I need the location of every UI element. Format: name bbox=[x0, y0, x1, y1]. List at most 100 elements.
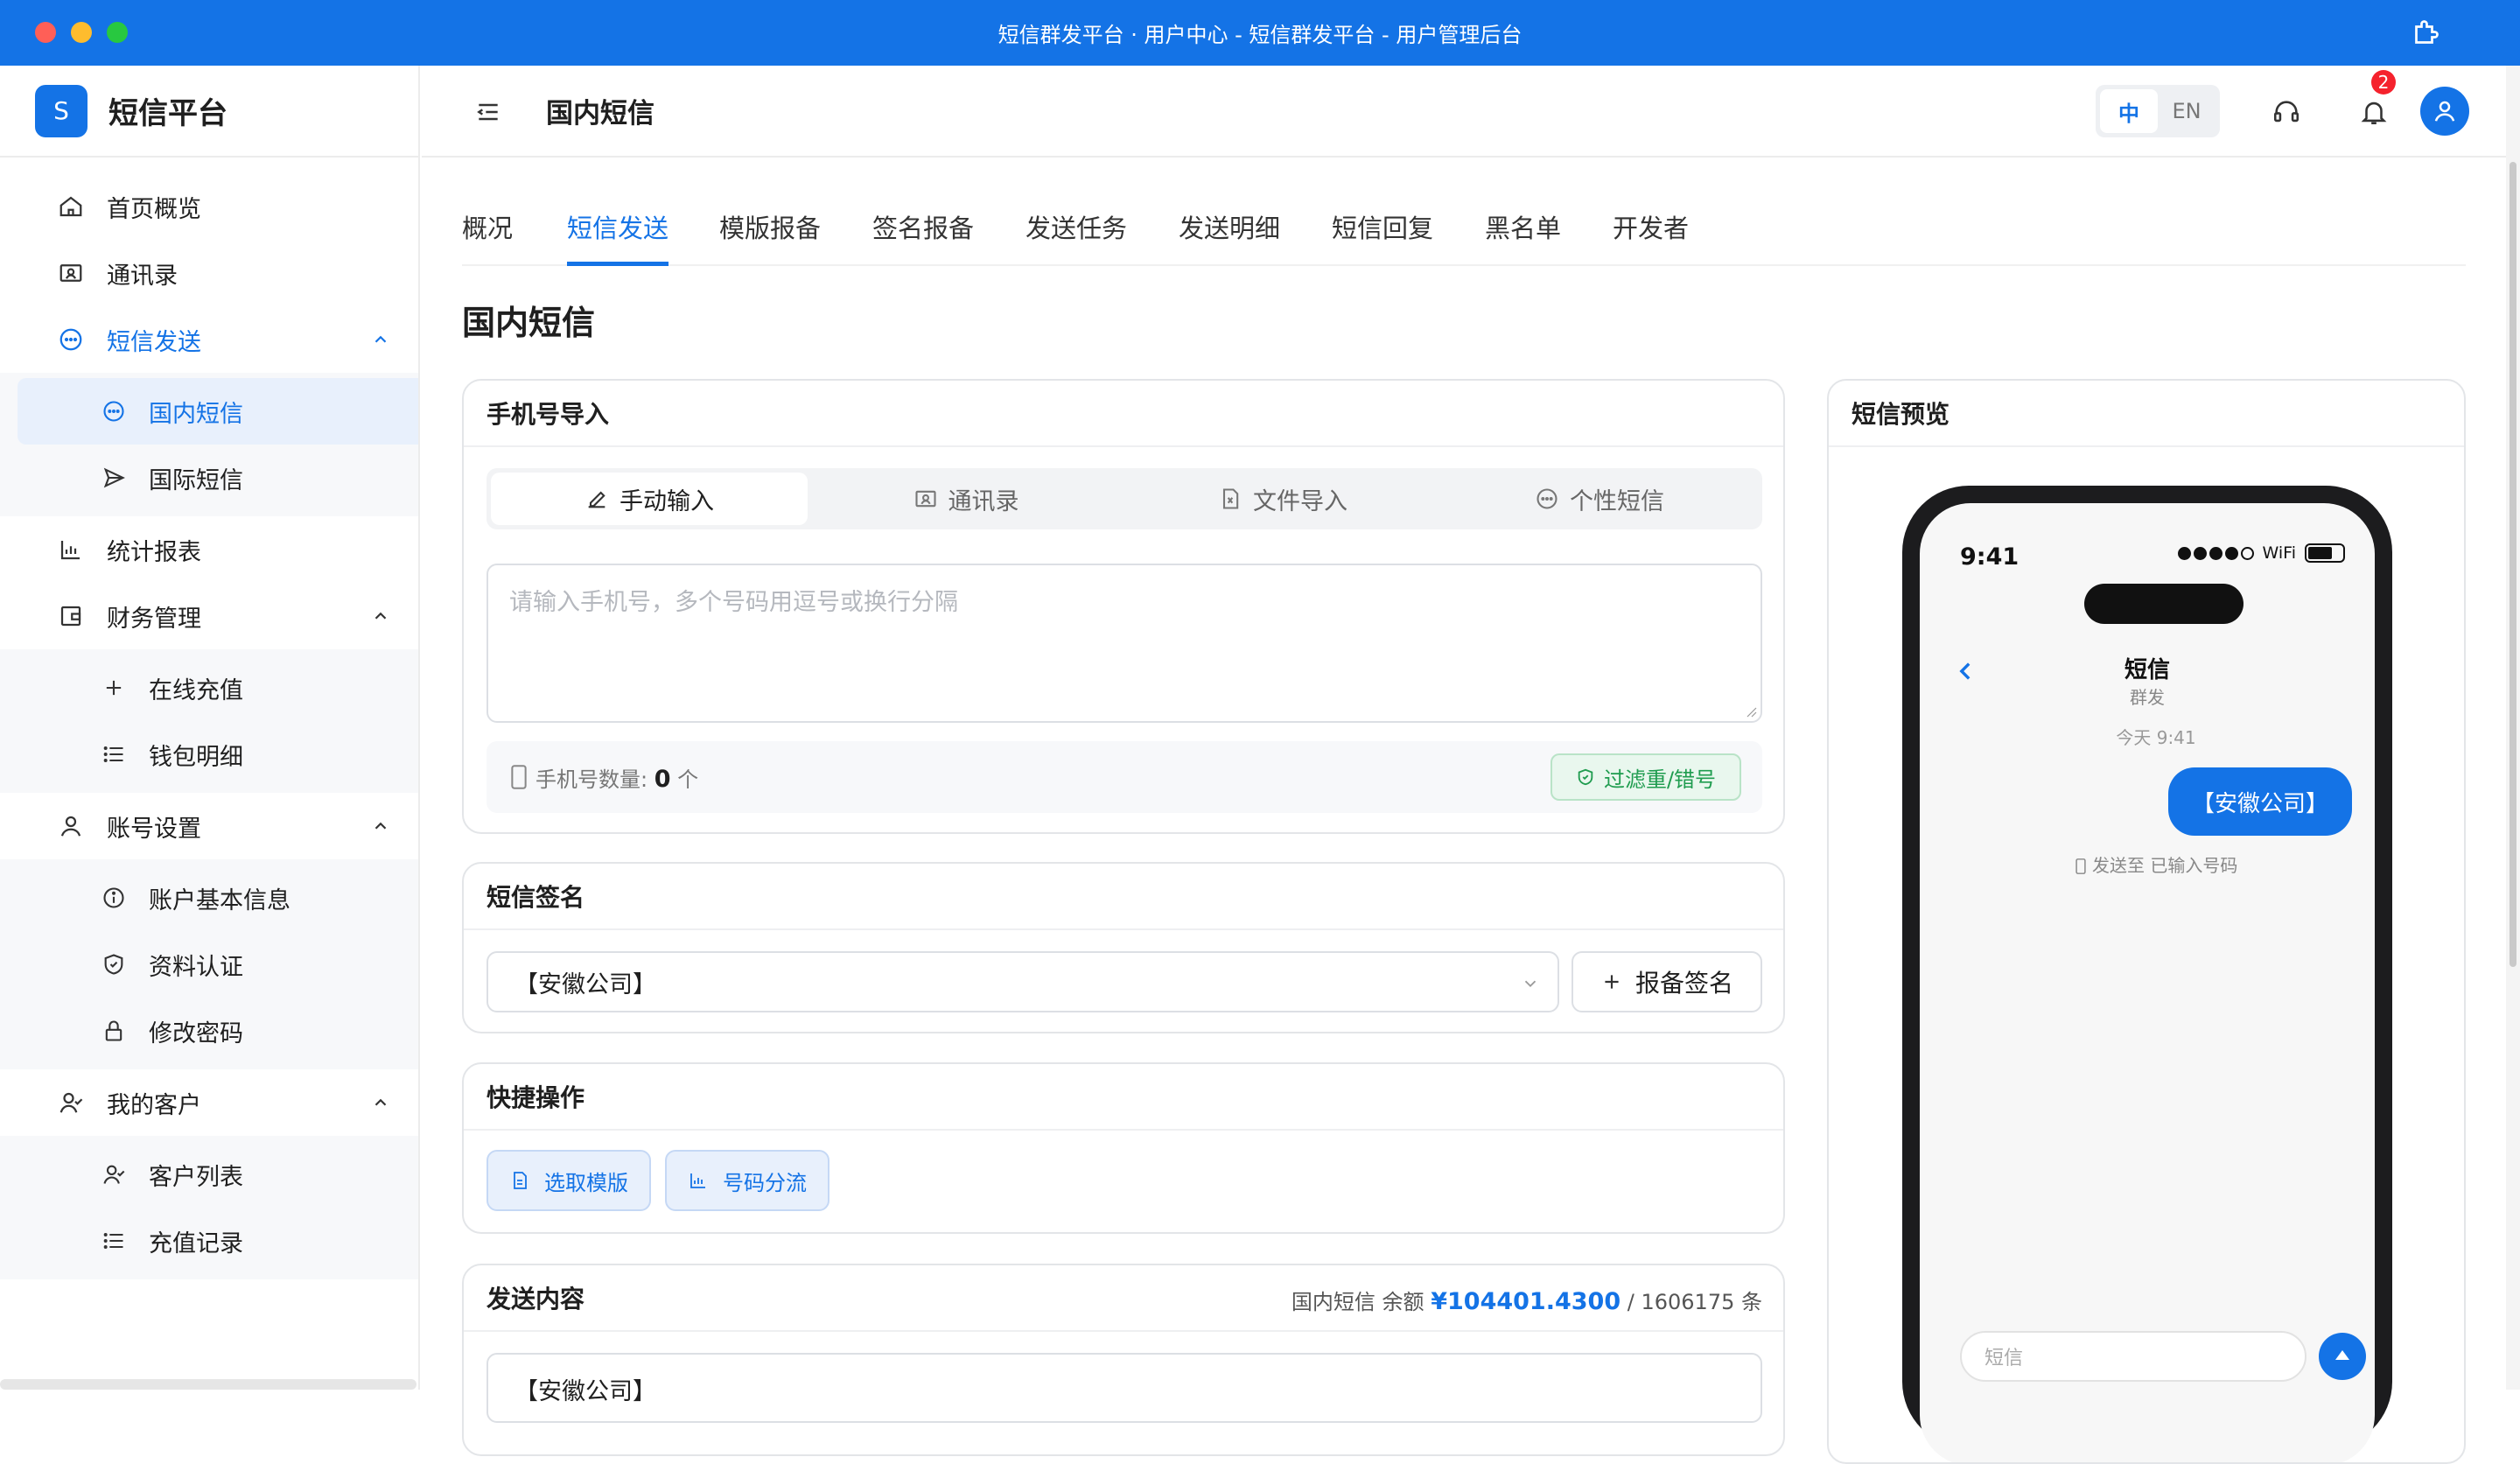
sidebar-item-label: 资料认证 bbox=[149, 953, 243, 981]
tab-blacklist[interactable]: 黑名单 bbox=[1485, 208, 1561, 266]
sidebar-item-finance[interactable]: 财务管理 bbox=[0, 583, 418, 649]
mode-personalized[interactable]: 个性短信 bbox=[1441, 473, 1758, 525]
sidebar-item-label: 财务管理 bbox=[107, 605, 201, 633]
import-mode-switch: 手动输入 通讯录 文件导入 个性短信 bbox=[486, 468, 1762, 529]
page-vertical-scrollbar[interactable] bbox=[2506, 66, 2520, 1390]
sidebar-item-intl-sms[interactable]: 国际短信 bbox=[18, 445, 418, 511]
phone-count: 手机号数量: 0 个 bbox=[536, 762, 698, 793]
sidebar-item-verify[interactable]: 资料认证 bbox=[18, 931, 418, 998]
compose-input[interactable]: 短信 bbox=[1960, 1331, 2306, 1382]
sms-content-text: 【安徽公司】 bbox=[514, 1378, 656, 1405]
mode-manual[interactable]: 手动输入 bbox=[491, 473, 808, 525]
tab-send-details[interactable]: 发送明细 bbox=[1179, 208, 1280, 266]
mode-label: 手动输入 bbox=[620, 487, 714, 515]
sidebar-horizontal-scrollbar[interactable] bbox=[0, 1379, 416, 1390]
card-title: 短信预览 bbox=[1829, 381, 2464, 447]
phone-import-card: 手机号导入 手动输入 通讯录 文件导入 个性短信 请输入手机号，多个号码用逗号或… bbox=[462, 379, 1785, 834]
phone-numbers-textarea[interactable]: 请输入手机号，多个号码用逗号或换行分隔 bbox=[486, 564, 1762, 723]
submenu-customers: 客户列表 充值记录 bbox=[0, 1136, 418, 1279]
window-title: 短信群发平台 · 用户中心 - 短信群发平台 - 用户管理后台 bbox=[998, 23, 1522, 47]
sidebar-item-account[interactable]: 账号设置 bbox=[0, 793, 418, 859]
sidebar-item-recharge[interactable]: 在线充值 bbox=[18, 655, 418, 721]
sidebar-item-label: 统计报表 bbox=[107, 538, 201, 566]
top-header: 国内短信 中 EN 2 bbox=[422, 66, 2506, 158]
sidebar-item-label: 充值记录 bbox=[149, 1229, 243, 1257]
headset-icon[interactable] bbox=[2272, 97, 2301, 127]
extension-icon[interactable] bbox=[2410, 18, 2441, 49]
sidebar-item-customers[interactable]: 我的客户 bbox=[0, 1069, 418, 1136]
status-indicators: WiFi bbox=[2177, 543, 2345, 563]
signature-select[interactable]: 【安徽公司】 bbox=[486, 951, 1559, 1012]
sidebar-item-label: 国内短信 bbox=[149, 400, 243, 428]
sidebar-item-recharge-records[interactable]: 充值记录 bbox=[18, 1208, 418, 1274]
lang-en-option[interactable]: EN bbox=[2158, 89, 2216, 133]
bell-icon[interactable] bbox=[2359, 97, 2389, 127]
sidebar-item-label: 账号设置 bbox=[107, 815, 201, 843]
tab-template-report[interactable]: 模版报备 bbox=[719, 208, 821, 266]
sidebar-item-home[interactable]: 首页概览 bbox=[0, 173, 418, 240]
chat-icon bbox=[60, 328, 82, 351]
mode-contacts[interactable]: 通讯录 bbox=[808, 473, 1124, 525]
tab-overview[interactable]: 概况 bbox=[462, 208, 513, 266]
send-content-card: 发送内容 国内短信 余额 ¥104401.4300 / 1606175 条 【安… bbox=[462, 1264, 1785, 1456]
sidebar-item-label: 首页概览 bbox=[107, 195, 201, 223]
avatar[interactable] bbox=[2420, 87, 2469, 136]
language-switch[interactable]: 中 EN bbox=[2096, 85, 2220, 137]
balance-info: 国内短信 余额 ¥104401.4300 / 1606175 条 bbox=[1292, 1285, 1762, 1315]
sidebar-item-stats[interactable]: 统计报表 bbox=[0, 516, 418, 583]
chevron-up-icon bbox=[374, 335, 387, 343]
plus-icon bbox=[1605, 975, 1619, 989]
users-icon bbox=[60, 1092, 83, 1113]
notification-badge: 2 bbox=[2371, 70, 2396, 95]
mode-file-import[interactable]: 文件导入 bbox=[1124, 473, 1441, 525]
sidebar-item-password[interactable]: 修改密码 bbox=[18, 998, 418, 1064]
chat-title: 短信 bbox=[2124, 657, 2170, 683]
tab-sms-send[interactable]: 短信发送 bbox=[567, 208, 669, 266]
header-title: 国内短信 bbox=[546, 98, 654, 130]
sidebar-item-label: 短信发送 bbox=[107, 328, 201, 356]
minimize-window-button[interactable] bbox=[71, 22, 92, 43]
maximize-window-button[interactable] bbox=[107, 22, 128, 43]
sidebar-item-customer-list[interactable]: 客户列表 bbox=[18, 1141, 418, 1208]
mode-label: 个性短信 bbox=[1570, 487, 1664, 515]
brand[interactable]: S 短信平台 bbox=[0, 66, 418, 158]
sidebar-item-label: 国际短信 bbox=[149, 466, 243, 494]
selected-signature: 【安徽公司】 bbox=[514, 970, 656, 998]
sidebar-item-wallet[interactable]: 钱包明细 bbox=[18, 721, 418, 788]
tab-send-tasks[interactable]: 发送任务 bbox=[1026, 208, 1127, 266]
lang-zh-option[interactable]: 中 bbox=[2100, 89, 2158, 133]
number-split-button[interactable]: 号码分流 bbox=[665, 1150, 830, 1211]
collapse-menu-icon[interactable] bbox=[474, 98, 502, 126]
sidebar-item-contacts[interactable]: 通讯录 bbox=[0, 240, 418, 306]
card-title: 快捷操作 bbox=[464, 1064, 1783, 1131]
sidebar-item-label: 通讯录 bbox=[107, 262, 178, 290]
tab-sms-replies[interactable]: 短信回复 bbox=[1332, 208, 1433, 266]
chevron-up-icon bbox=[374, 822, 387, 830]
tab-signature-report[interactable]: 签名报备 bbox=[872, 208, 974, 266]
contacts-icon bbox=[914, 490, 936, 508]
phone-count-row: 手机号数量: 0 个 过滤重/错号 bbox=[486, 741, 1762, 813]
user-icon bbox=[2434, 101, 2455, 122]
submenu-finance: 在线充值 钱包明细 bbox=[0, 649, 418, 793]
sms-content-textarea[interactable]: 【安徽公司】 bbox=[486, 1353, 1762, 1423]
number-split-label: 号码分流 bbox=[723, 1170, 807, 1195]
filter-duplicates-button[interactable]: 过滤重/错号 bbox=[1550, 753, 1741, 801]
send-button[interactable] bbox=[2319, 1333, 2366, 1380]
sidebar-item-label: 钱包明细 bbox=[149, 743, 243, 771]
card-title: 发送内容 国内短信 余额 ¥104401.4300 / 1606175 条 bbox=[464, 1265, 1783, 1332]
sidebar-item-sms-send[interactable]: 短信发送 bbox=[0, 306, 418, 373]
report-signature-button[interactable]: 报备签名 bbox=[1572, 951, 1762, 1012]
scrollbar-thumb[interactable] bbox=[2510, 162, 2516, 967]
sidebar-item-basic-info[interactable]: 账户基本信息 bbox=[18, 865, 418, 931]
chevron-up-icon bbox=[374, 1098, 387, 1106]
select-template-button[interactable]: 选取模版 bbox=[486, 1150, 651, 1211]
submenu-sms-send: 国内短信 国际短信 bbox=[0, 373, 418, 516]
users-icon bbox=[103, 1165, 125, 1184]
resize-handle-icon[interactable] bbox=[1745, 705, 1757, 718]
page-title: 国内短信 bbox=[462, 304, 596, 342]
count-value: 0 bbox=[654, 766, 671, 793]
tab-developer[interactable]: 开发者 bbox=[1613, 208, 1689, 266]
close-window-button[interactable] bbox=[35, 22, 56, 43]
sidebar-item-domestic-sms[interactable]: 国内短信 bbox=[18, 378, 418, 445]
sidebar-item-label: 我的客户 bbox=[107, 1091, 201, 1119]
